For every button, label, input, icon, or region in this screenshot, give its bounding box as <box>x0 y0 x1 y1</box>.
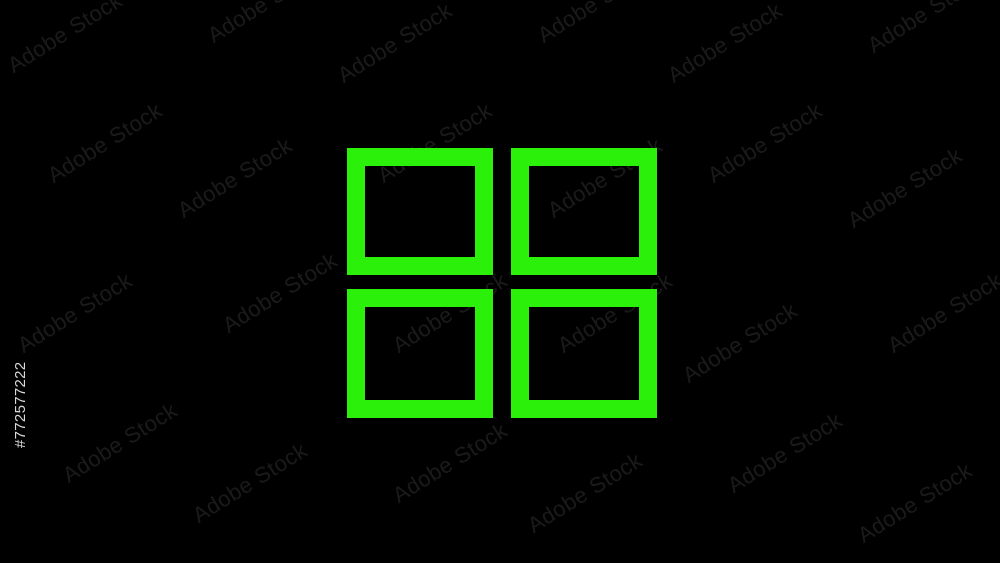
watermark-text: Adobe Stock <box>13 267 137 358</box>
grid-tile-bottom-left <box>347 289 493 418</box>
watermark-text: Adobe Stock <box>703 97 827 188</box>
watermark-text: Adobe Stock <box>853 457 977 548</box>
watermark-text: Adobe Stock <box>188 437 312 528</box>
watermark-text: Adobe Stock <box>523 447 647 538</box>
watermark-text: Adobe Stock <box>863 0 987 58</box>
watermark-text: Adobe Stock <box>678 297 802 388</box>
stock-id-label: #772577222 <box>12 361 29 448</box>
watermark-text: Adobe Stock <box>533 0 657 48</box>
grid-tile-top-right <box>511 148 657 275</box>
watermark-text: Adobe Stock <box>173 132 297 223</box>
watermark-text: Adobe Stock <box>388 417 512 508</box>
watermark-text: Adobe Stock <box>333 0 457 88</box>
grid-tile-bottom-right <box>511 289 657 418</box>
watermark-text: Adobe Stock <box>663 0 787 88</box>
watermark-text: Adobe Stock <box>218 247 342 338</box>
image-canvas: Adobe Stock Adobe Stock Adobe Stock Adob… <box>0 0 1000 563</box>
watermark-text: Adobe Stock <box>43 97 167 188</box>
watermark-text: Adobe Stock <box>203 0 327 48</box>
watermark-text: Adobe Stock <box>843 142 967 233</box>
grid-tile-top-left <box>347 148 493 275</box>
watermark-text: Adobe Stock <box>723 407 847 498</box>
watermark-text: Adobe Stock <box>58 397 182 488</box>
watermark-text: Adobe Stock <box>883 267 1000 358</box>
grid-icon <box>347 148 657 418</box>
watermark-text: Adobe Stock <box>3 0 127 78</box>
